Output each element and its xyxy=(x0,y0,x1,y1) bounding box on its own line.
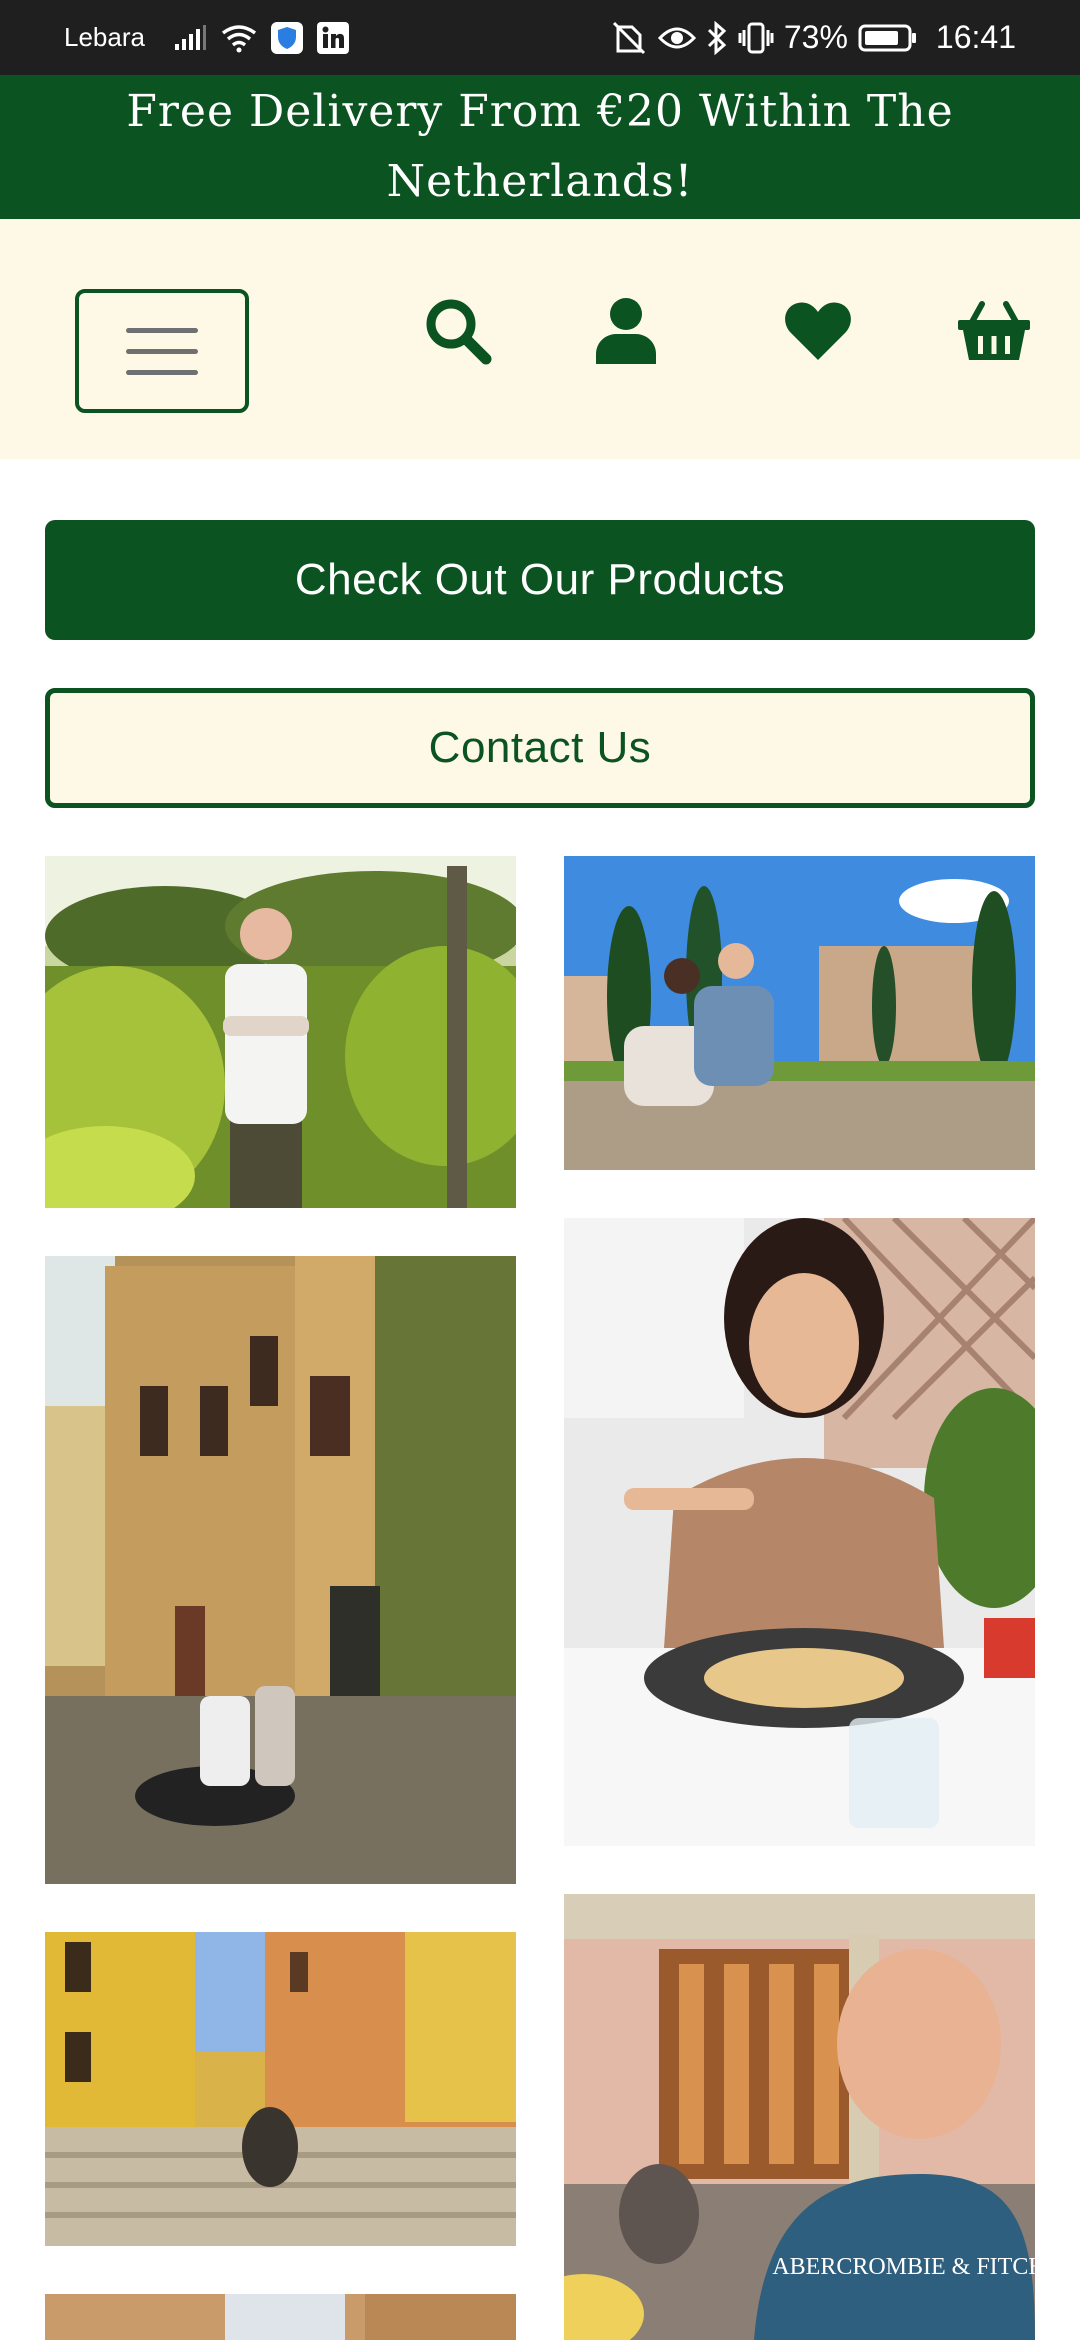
man-selfie-restaurant-photo: ABERCROMBIE & FITCH xyxy=(564,1894,1035,2340)
status-bar: Lebara 73% 16:41 xyxy=(0,0,1080,75)
contact-button[interactable]: Contact Us xyxy=(45,688,1035,808)
search-button[interactable] xyxy=(418,291,498,371)
hamburger-bar xyxy=(126,348,198,354)
battery-percent: 73% xyxy=(783,19,848,55)
battery-icon xyxy=(858,23,918,53)
shirt-logo-text: ABERCROMBIE & FITCH xyxy=(772,2254,1035,2280)
promo-banner: Free Delivery From €20 Within The Nether… xyxy=(0,75,1080,219)
vineyard-man-photo xyxy=(45,856,516,1208)
couple-on-steps-photo xyxy=(45,1932,516,2246)
wifi-icon xyxy=(221,23,257,53)
hamburger-bar xyxy=(126,369,198,375)
carrier-name: Lebara xyxy=(64,22,145,52)
hamburger-menu-button[interactable] xyxy=(75,289,249,413)
basket-icon xyxy=(958,301,1030,360)
account-button[interactable] xyxy=(586,291,666,371)
search-icon xyxy=(426,299,492,365)
rome-street-scooter-photo xyxy=(45,1256,516,1884)
colosseum-couple-photo xyxy=(564,856,1035,1170)
vpn-shield-icon xyxy=(270,21,303,54)
street-photo xyxy=(45,2294,516,2340)
eye-icon xyxy=(657,24,696,52)
site-header xyxy=(0,219,1080,459)
clock-time: 16:41 xyxy=(935,19,1016,55)
heart-icon xyxy=(785,302,851,360)
hamburger-menu-icon xyxy=(126,327,198,333)
promo-text: Free Delivery From €20 Within The Nether… xyxy=(126,86,954,207)
wishlist-button[interactable] xyxy=(778,291,858,371)
woman-eating-pasta-photo xyxy=(564,1218,1035,1846)
account-icon xyxy=(596,298,656,364)
products-button[interactable]: Check Out Our Products xyxy=(45,520,1035,640)
bluetooth-icon xyxy=(706,20,728,55)
linkedin-icon xyxy=(316,21,349,54)
signal-icon xyxy=(173,24,207,52)
vibrate-icon xyxy=(738,21,774,55)
no-sim-icon xyxy=(610,21,648,55)
cart-button[interactable] xyxy=(954,291,1034,371)
